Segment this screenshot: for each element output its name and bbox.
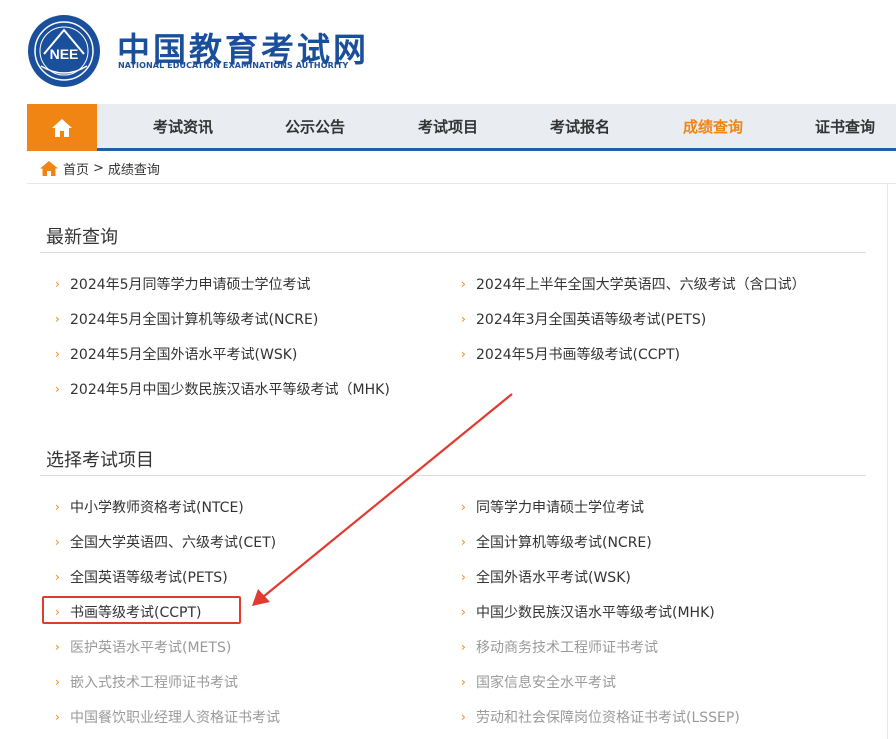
home-icon [52,118,72,137]
chevron-right-icon: › [461,570,466,584]
section-divider [40,252,866,253]
chevron-right-icon: › [461,535,466,549]
breadcrumb-home-link[interactable]: 首页 [63,159,89,178]
chevron-right-icon: › [55,570,60,584]
chevron-right-icon: › [55,710,60,724]
chevron-right-icon: › [55,535,60,549]
chevron-right-icon: › [461,312,466,326]
exam-link-mobile-commerce[interactable]: › 移动商务技术工程师证书考试 [461,637,658,657]
exam-link-lssep[interactable]: › 劳动和社会保障岗位资格证书考试(LSSEP) [461,707,740,727]
chevron-right-icon: › [55,312,60,326]
nav-home-button[interactable] [27,104,97,151]
exam-link-mets[interactable]: › 医护英语水平考试(METS) [55,637,231,657]
latest-queries-heading: 最新查询 [46,227,118,248]
section-divider [40,475,866,476]
chevron-right-icon: › [55,500,60,514]
chevron-right-icon: › [55,382,60,396]
chevron-right-icon: › [461,640,466,654]
nav-item-registration[interactable]: 考试报名 [550,104,610,151]
chevron-right-icon: › [461,500,466,514]
nav-item-certificate-query[interactable]: 证书查询 [815,104,875,151]
exam-link-degree[interactable]: › 同等学力申请硕士学位考试 [461,497,644,517]
nav-item-notices[interactable]: 公示公告 [285,104,345,151]
latest-link[interactable]: › 2024年5月全国计算机等级考试(NCRE) [55,309,318,329]
latest-link[interactable]: › 2024年5月中国少数民族汉语水平等级考试（MHK) [55,379,390,399]
latest-link[interactable]: › 2024年5月全国外语水平考试(WSK) [55,344,297,364]
annotation-highlight-box [42,596,241,624]
select-exam-heading: 选择考试项目 [46,450,154,471]
exam-link-cet[interactable]: › 全国大学英语四、六级考试(CET) [55,532,276,552]
nav-item-score-query[interactable]: 成绩查询 [683,104,743,151]
chevron-right-icon: › [461,347,466,361]
svg-text:NEE: NEE [50,46,79,62]
latest-link[interactable]: › 2024年5月书画等级考试(CCPT) [461,344,680,364]
exam-link-infosec[interactable]: › 国家信息安全水平考试 [461,672,616,692]
content-divider [27,183,896,184]
latest-link[interactable]: › 2024年5月同等学力申请硕士学位考试 [55,274,311,294]
chevron-right-icon: › [461,710,466,724]
main-nav: 考试资讯 公示公告 考试项目 考试报名 成绩查询 证书查询 [27,104,896,151]
chevron-right-icon: › [55,347,60,361]
chevron-right-icon: › [55,277,60,291]
home-icon [40,160,58,176]
chevron-right-icon: › [461,605,466,619]
chevron-right-icon: › [55,675,60,689]
content-right-border [887,183,888,739]
exam-link-pets[interactable]: › 全国英语等级考试(PETS) [55,567,228,587]
breadcrumb-current: 成绩查询 [107,162,160,178]
exam-link-ntce[interactable]: › 中小学教师资格考试(NTCE) [55,497,244,517]
breadcrumb-separator: > [93,160,104,176]
exam-link-embedded[interactable]: › 嵌入式技术工程师证书考试 [55,672,238,692]
nav-item-exams[interactable]: 考试项目 [418,104,478,151]
latest-link[interactable]: › 2024年3月全国英语等级考试(PETS) [461,309,706,329]
breadcrumb: 首页 > 成绩查询 [40,158,160,178]
chevron-right-icon: › [461,277,466,291]
exam-link-wsk[interactable]: › 全国外语水平考试(WSK) [461,567,631,587]
latest-link[interactable]: › 2024年上半年全国大学英语四、六级考试（含口试） [461,274,806,294]
nav-item-news[interactable]: 考试资讯 [153,104,213,151]
chevron-right-icon: › [55,640,60,654]
exam-link-ncre[interactable]: › 全国计算机等级考试(NCRE) [461,532,652,552]
site-subtitle: NATIONAL EDUCATION EXAMINATIONS AUTHORIT… [118,61,349,70]
exam-link-mhk[interactable]: › 中国少数民族汉语水平等级考试(MHK) [461,602,715,622]
exam-link-catering[interactable]: › 中国餐饮职业经理人资格证书考试 [55,707,280,727]
site-header: NEE 中国教育考试网 NATIONAL EDUCATION EXAMINATI… [0,0,896,104]
chevron-right-icon: › [461,675,466,689]
neea-seal-logo[interactable]: NEE [27,14,101,88]
